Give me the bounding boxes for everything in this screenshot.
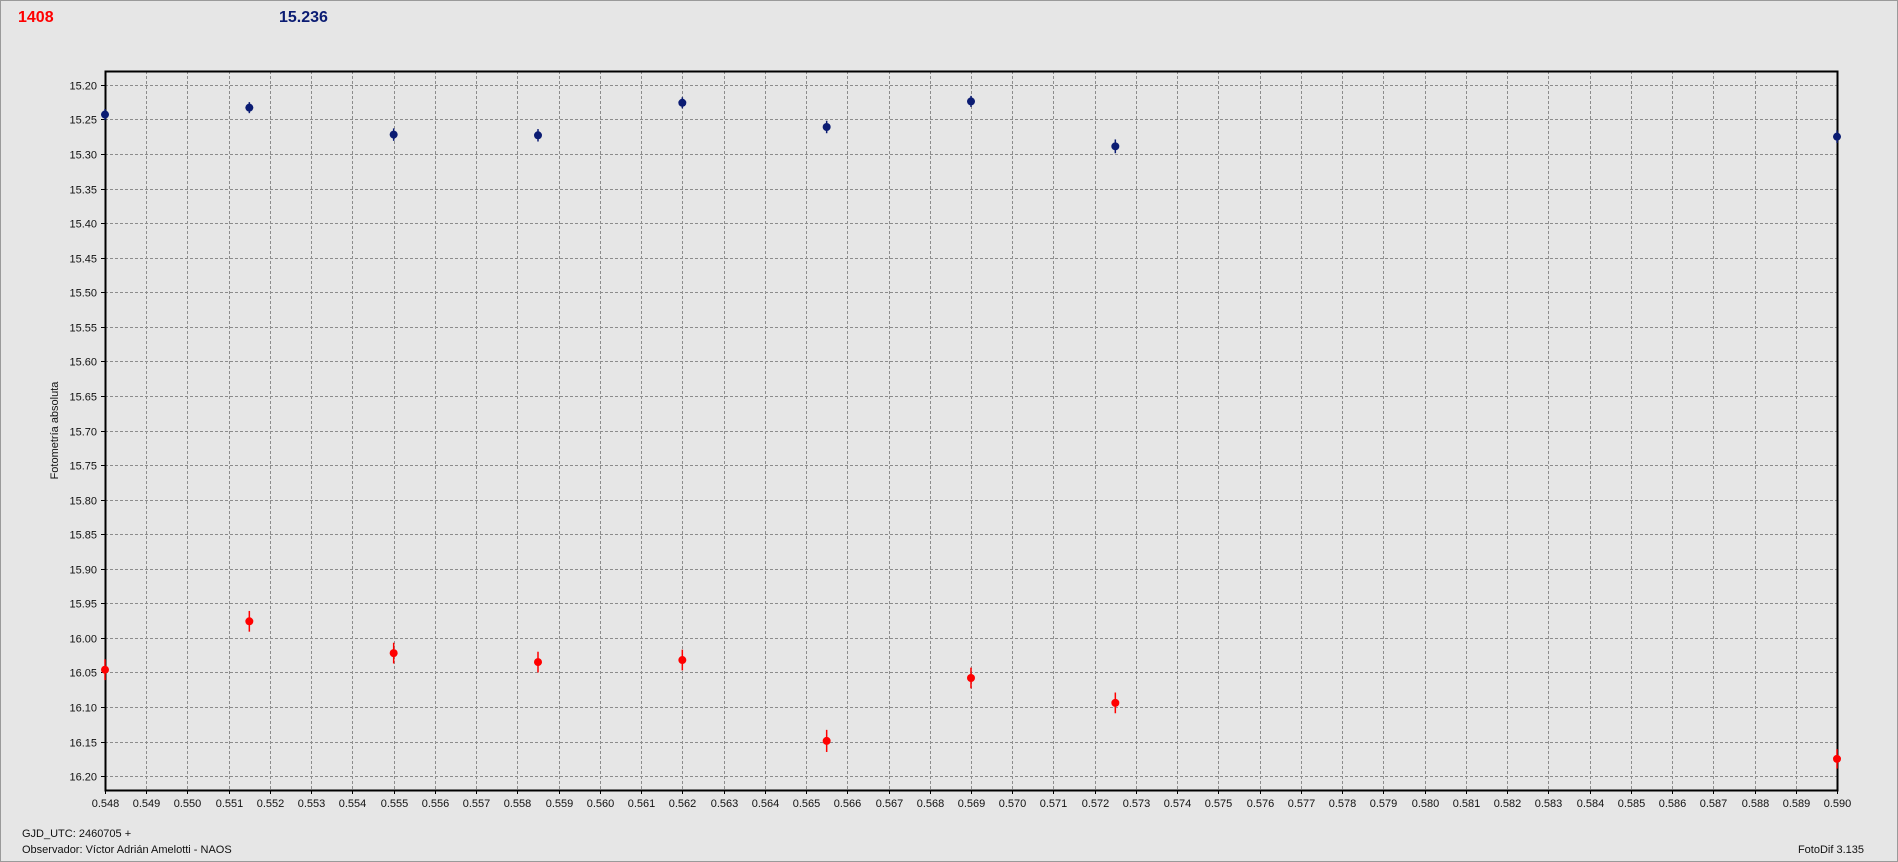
y-tick-label: 15.50 — [69, 288, 97, 300]
data-point — [678, 656, 687, 665]
data-point — [1111, 142, 1120, 151]
data-point — [822, 122, 831, 131]
x-tick-label: 0.554 — [339, 798, 367, 810]
x-tick-label: 0.560 — [587, 798, 615, 810]
y-tick-label: 15.70 — [69, 427, 97, 439]
y-tick-label: 16.05 — [69, 668, 97, 680]
x-tick-label: 0.586 — [1659, 798, 1687, 810]
data-point — [967, 97, 975, 106]
x-tick-label: 0.563 — [711, 798, 739, 810]
x-tick-label: 0.576 — [1247, 798, 1275, 810]
data-point — [1111, 698, 1120, 707]
y-tick-label: 15.55 — [69, 323, 97, 335]
x-tick-label: 0.583 — [1535, 798, 1563, 810]
x-tick-label: 0.570 — [999, 798, 1027, 810]
data-point — [389, 130, 398, 139]
x-tick-label: 0.557 — [463, 798, 491, 810]
data-point — [967, 674, 975, 683]
x-tick-label: 0.571 — [1040, 798, 1068, 810]
data-point — [534, 131, 542, 140]
data-point — [1833, 132, 1841, 141]
x-tick-label: 0.567 — [876, 798, 904, 810]
x-tick-label: 0.581 — [1453, 798, 1481, 810]
x-tick-label: 0.580 — [1412, 798, 1440, 810]
y-tick-label: 16.20 — [69, 772, 97, 784]
x-tick-label: 0.556 — [422, 798, 450, 810]
x-tick-label: 0.550 — [174, 798, 202, 810]
x-tick-label: 0.565 — [793, 798, 821, 810]
x-tick-label: 0.548 — [92, 798, 120, 810]
x-tick-label: 0.561 — [628, 798, 656, 810]
data-point — [245, 103, 254, 112]
x-tick-label: 0.564 — [752, 798, 780, 810]
x-tick-label: 0.588 — [1742, 798, 1770, 810]
y-tick-label: 16.10 — [69, 703, 97, 715]
software-version-label: FotoDif 3.135 — [1797, 844, 1864, 856]
y-tick-label: 15.45 — [69, 254, 97, 266]
y-tick-label: 15.90 — [69, 565, 97, 577]
x-tick-label: 0.589 — [1783, 798, 1811, 810]
y-tick-label: 15.20 — [69, 81, 97, 93]
x-tick-label: 0.582 — [1494, 798, 1522, 810]
y-tick-label: 15.95 — [69, 599, 97, 611]
x-tick-label: 0.585 — [1618, 798, 1646, 810]
x-tick-label: 0.574 — [1164, 798, 1192, 810]
x-tick-label: 0.566 — [834, 798, 862, 810]
y-tick-label: 15.35 — [69, 185, 97, 197]
x-tick-label: 0.562 — [669, 798, 697, 810]
x-tick-label: 0.558 — [504, 798, 532, 810]
y-tick-label: 15.80 — [69, 496, 97, 508]
x-tick-label: 0.551 — [216, 798, 244, 810]
y-tick-label: 15.75 — [69, 461, 97, 473]
data-point — [678, 98, 687, 107]
x-tick-label: 0.587 — [1700, 798, 1728, 810]
data-point — [1833, 754, 1841, 763]
x-tick-label: 0.577 — [1288, 798, 1316, 810]
x-tick-label: 0.590 — [1824, 798, 1852, 810]
light-curve-chart: 0.548 0.549 0.550 0.551 0.552 0.553 0.554 0.555… — [49, 70, 1852, 810]
y-tick-label: 15.30 — [69, 150, 97, 162]
x-tick-label: 0.549 — [133, 798, 161, 810]
data-point — [101, 110, 109, 119]
data-point — [245, 617, 254, 626]
data-point — [822, 736, 831, 745]
y-tick-label: 16.00 — [69, 634, 97, 646]
y-tick-label: 15.65 — [69, 392, 97, 404]
x-tick-label: 0.572 — [1082, 798, 1110, 810]
y-tick-label: 15.60 — [69, 357, 97, 369]
observer-label: Observador: Víctor Adrián Amelotti - NAO… — [22, 844, 232, 856]
x-tick-label: 0.559 — [546, 798, 574, 810]
x-tick-label: 0.578 — [1329, 798, 1357, 810]
x-tick-label: 0.584 — [1577, 798, 1605, 810]
data-point — [534, 658, 542, 667]
y-axis-label: Fotometría absoluta — [49, 381, 61, 480]
x-tick-label: 0.579 — [1370, 798, 1398, 810]
y-tick-label: 16.15 — [69, 738, 97, 750]
y-tick-label: 15.25 — [69, 115, 97, 127]
x-tick-label: 0.569 — [958, 798, 986, 810]
data-point — [101, 665, 109, 674]
x-tick-label: 0.573 — [1123, 798, 1151, 810]
x-tick-label: 0.553 — [298, 798, 326, 810]
data-point — [389, 649, 398, 658]
y-tick-label: 15.85 — [69, 530, 97, 542]
x-tick-label: 0.555 — [381, 798, 409, 810]
x-tick-label: 0.575 — [1205, 798, 1233, 810]
gjd-label: GJD_UTC: 2460705 + — [22, 828, 132, 840]
x-tick-label: 0.552 — [257, 798, 285, 810]
y-tick-label: 15.40 — [69, 219, 97, 231]
x-tick-label: 0.568 — [917, 798, 945, 810]
